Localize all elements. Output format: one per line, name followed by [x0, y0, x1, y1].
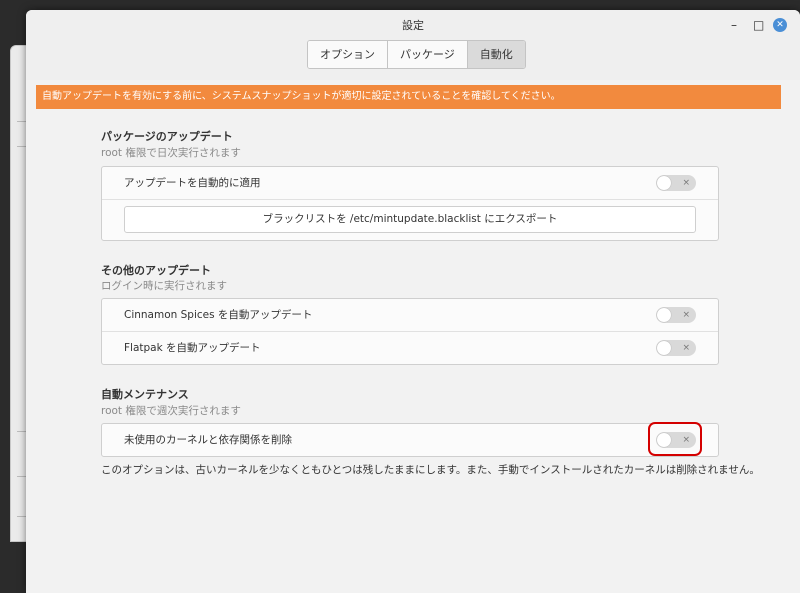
warning-banner: 自動アップデートを有効にする前に、システムスナップショットが適切に設定されている… [36, 85, 781, 109]
close-icon[interactable]: ✕ [773, 18, 787, 32]
section-title-other-updates: その他のアップデート [101, 264, 211, 277]
list-item: 未使用のカーネルと依存関係を削除 × [102, 424, 718, 456]
list-item: ブラックリストを /etc/mintupdate.blacklist にエクスポ… [102, 200, 718, 240]
auto-apply-toggle[interactable]: × [656, 175, 696, 191]
section-title-maintenance: 自動メンテナンス [101, 388, 189, 401]
section-subtitle-other-updates: ログイン時に実行されます [101, 280, 227, 292]
toggle-knob [657, 176, 671, 190]
toggle-off-icon: × [682, 435, 690, 445]
tab-automation[interactable]: 自動化 [467, 41, 525, 68]
tab-options[interactable]: オプション [308, 41, 388, 68]
export-blacklist-button[interactable]: ブラックリストを /etc/mintupdate.blacklist にエクスポ… [124, 206, 696, 233]
toggle-off-icon: × [682, 343, 690, 353]
package-updates-box: アップデートを自動的に適用 × ブラックリストを /etc/mintupdate… [101, 166, 719, 241]
flatpak-label: Flatpak を自動アップデート [124, 342, 261, 354]
list-item: Cinnamon Spices を自動アップデート × [102, 299, 718, 332]
toggle-knob [657, 433, 671, 447]
tab-bar: オプション パッケージ 自動化 [307, 40, 526, 69]
settings-window: 設定 – □ ✕ オプション パッケージ 自動化 自動アップデートを有効にする前… [26, 10, 800, 593]
tab-packages[interactable]: パッケージ [388, 41, 468, 68]
maximize-icon[interactable]: □ [753, 18, 764, 32]
window-title: 設定 [402, 19, 424, 32]
toggle-off-icon: × [682, 178, 690, 188]
toggle-knob [657, 341, 671, 355]
toggle-off-icon: × [682, 310, 690, 320]
list-item: Flatpak を自動アップデート × [102, 332, 718, 364]
maintenance-box: 未使用のカーネルと依存関係を削除 × [101, 423, 719, 457]
auto-apply-label: アップデートを自動的に適用 [124, 177, 261, 189]
flatpak-toggle[interactable]: × [656, 340, 696, 356]
list-item: アップデートを自動的に適用 × [102, 167, 718, 200]
remove-kernels-toggle[interactable]: × [656, 432, 696, 448]
toggle-knob [657, 308, 671, 322]
other-updates-box: Cinnamon Spices を自動アップデート × Flatpak を自動ア… [101, 298, 719, 365]
cinnamon-spices-label: Cinnamon Spices を自動アップデート [124, 309, 313, 321]
section-title-package-updates: パッケージのアップデート [101, 130, 233, 143]
titlebar: 設定 – □ ✕ オプション パッケージ 自動化 [26, 10, 800, 80]
minimize-icon[interactable]: – [731, 18, 737, 32]
section-subtitle-package-updates: root 権限で日次実行されます [101, 147, 241, 159]
cinnamon-spices-toggle[interactable]: × [656, 307, 696, 323]
remove-kernels-label: 未使用のカーネルと依存関係を削除 [124, 434, 292, 446]
maintenance-note: このオプションは、古いカーネルを少なくともひとつは残したままにします。また、手動… [101, 464, 760, 476]
section-subtitle-maintenance: root 権限で週次実行されます [101, 405, 241, 417]
